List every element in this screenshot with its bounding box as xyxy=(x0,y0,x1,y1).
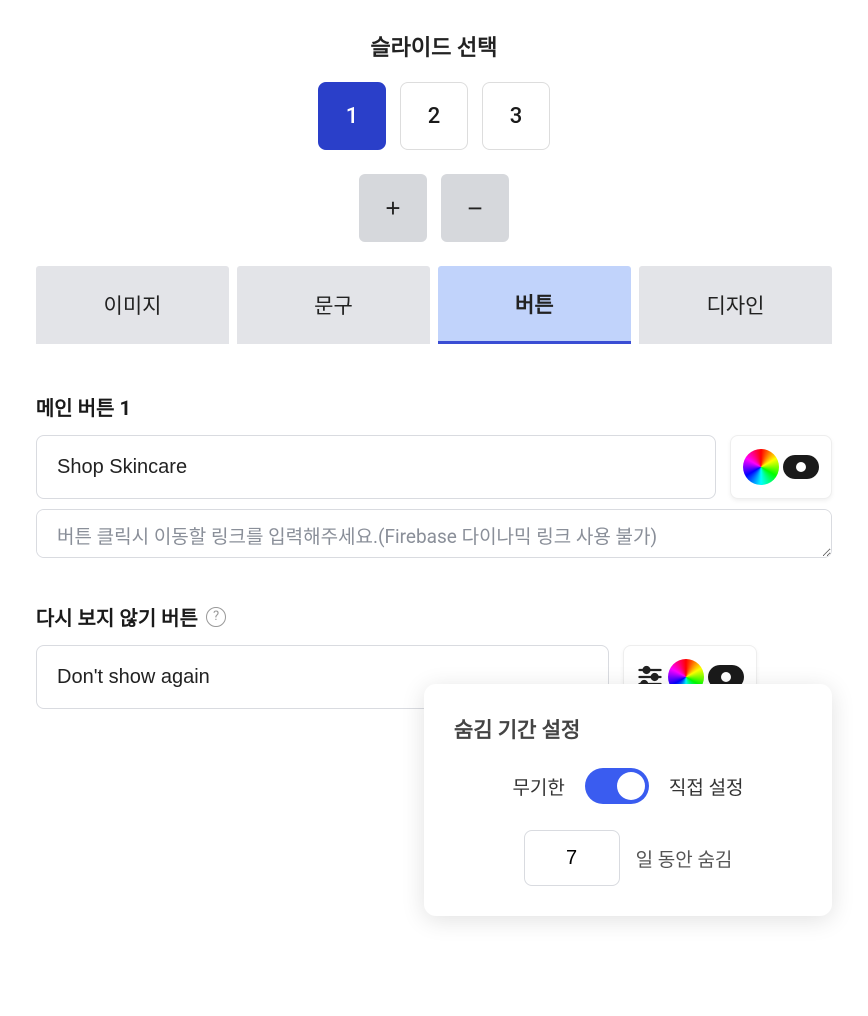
hide-days-suffix: 일 동안 숨김 xyxy=(636,845,733,872)
color-picker-icon[interactable] xyxy=(743,449,779,485)
slide-number-3[interactable]: 3 xyxy=(482,82,550,150)
slide-number-list: 1 2 3 xyxy=(36,82,832,150)
toggle-left-label: 무기한 xyxy=(512,773,564,800)
main-button-options xyxy=(730,435,832,499)
add-slide-button[interactable]: + xyxy=(359,174,427,242)
main-button-text-input[interactable] xyxy=(36,435,716,499)
hide-period-title: 숨김 기간 설정 xyxy=(454,714,802,744)
slide-number-2[interactable]: 2 xyxy=(400,82,468,150)
slide-select-title: 슬라이드 선택 xyxy=(36,30,832,62)
dont-show-label: 다시 보지 않기 버튼 xyxy=(36,602,198,631)
slide-number-1[interactable]: 1 xyxy=(318,82,386,150)
tab-design[interactable]: 디자인 xyxy=(639,266,832,344)
hide-period-popover: 숨김 기간 설정 무기한 직접 설정 일 동안 숨김 xyxy=(424,684,832,916)
visibility-toggle-icon[interactable] xyxy=(783,455,819,479)
main-button-link-input[interactable] xyxy=(36,509,832,558)
toggle-right-label: 직접 설정 xyxy=(669,773,744,800)
hide-period-toggle[interactable] xyxy=(585,768,649,804)
slide-controls: + − xyxy=(36,174,832,242)
tab-image[interactable]: 이미지 xyxy=(36,266,229,344)
tab-bar: 이미지 문구 버튼 디자인 xyxy=(36,266,832,344)
main-button-label: 메인 버튼 1 xyxy=(36,392,832,421)
help-icon[interactable]: ? xyxy=(206,607,226,627)
tab-button[interactable]: 버튼 xyxy=(438,266,631,344)
hide-days-input[interactable] xyxy=(524,830,620,886)
remove-slide-button[interactable]: − xyxy=(441,174,509,242)
tab-text[interactable]: 문구 xyxy=(237,266,430,344)
